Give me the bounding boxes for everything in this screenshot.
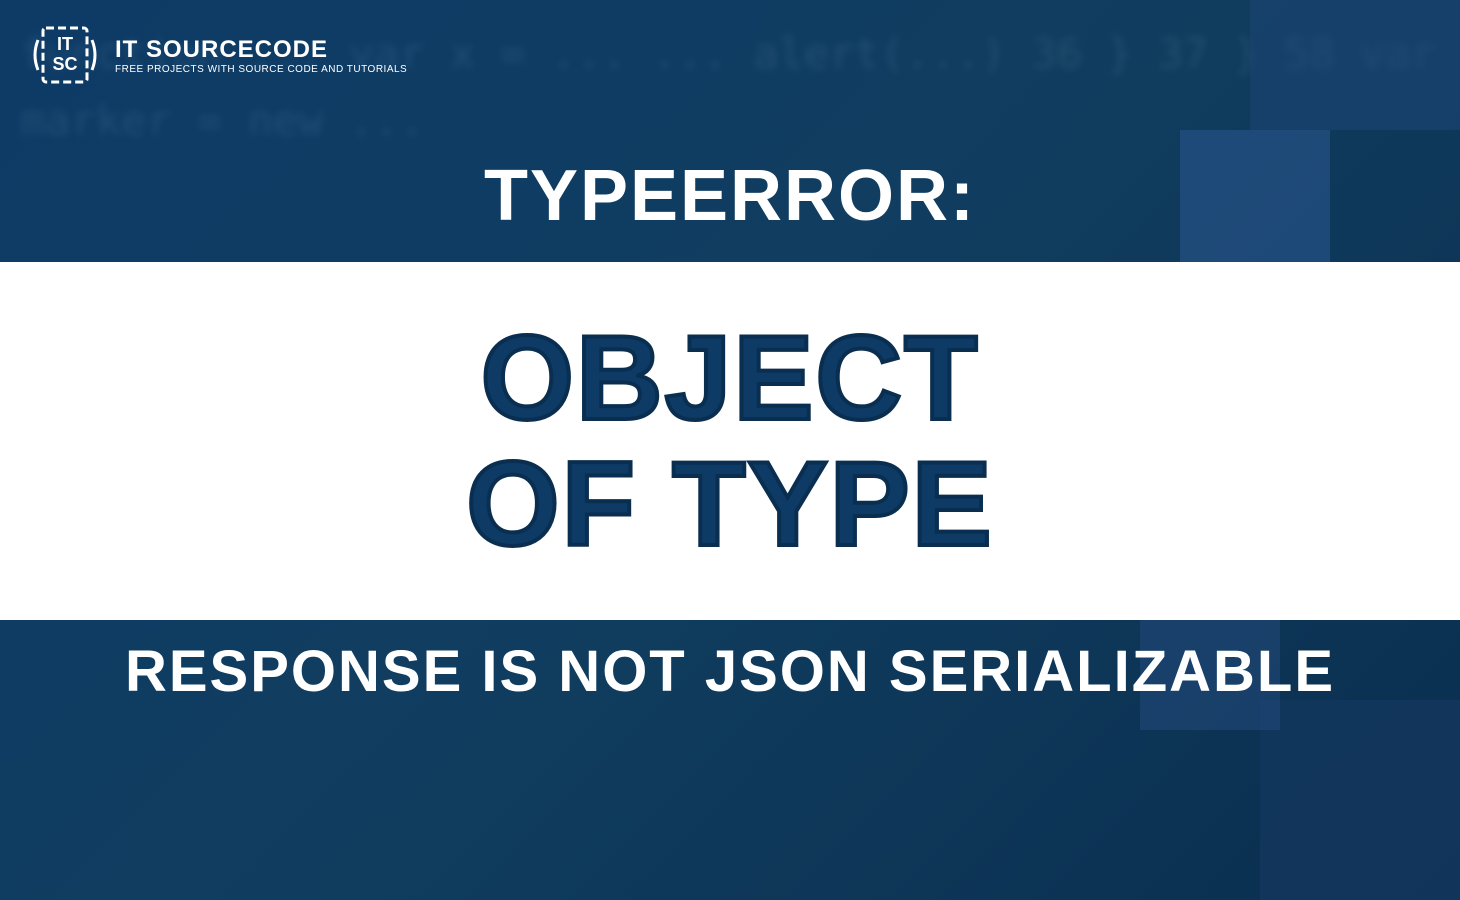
heading-top: TYPEERROR: <box>0 155 1460 237</box>
white-center-band: OBJECT OF TYPE <box>0 262 1460 620</box>
banner-container: function ... var x = ... ... alert(...) … <box>0 0 1460 900</box>
logo-text-block: IT SOURCECODE FREE PROJECTS WITH SOURCE … <box>115 36 407 75</box>
logo-tagline: FREE PROJECTS WITH SOURCE CODE AND TUTOR… <box>115 64 407 75</box>
heading-bottom: RESPONSE IS NOT JSON SERIALIZABLE <box>0 638 1460 705</box>
heading-middle-line1: OBJECT <box>481 315 980 441</box>
itsourcecode-logo-icon: IT SC <box>30 20 100 90</box>
logo-title: IT SOURCECODE <box>115 36 407 64</box>
svg-text:IT: IT <box>57 34 73 54</box>
decorative-square <box>1250 0 1460 130</box>
heading-middle-line2: OF TYPE <box>466 441 993 567</box>
svg-text:SC: SC <box>52 54 77 74</box>
decorative-square <box>1260 700 1460 900</box>
logo-area: IT SC IT SOURCECODE FREE PROJECTS WITH S… <box>30 20 407 90</box>
